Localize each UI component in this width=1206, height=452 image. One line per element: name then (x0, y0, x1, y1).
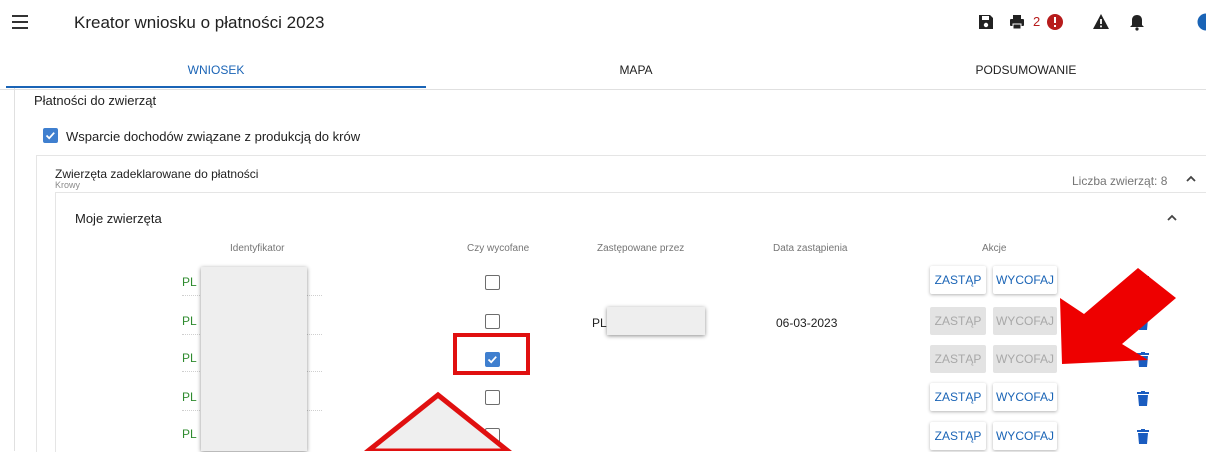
replaced-by-value: PL (592, 316, 607, 330)
animal-count: Liczba zwierząt: 8 (1072, 174, 1167, 188)
save-icon[interactable] (977, 13, 995, 31)
chevron-up-icon[interactable] (1185, 174, 1197, 184)
animal-id: PL (182, 275, 197, 289)
help-icon[interactable] (1197, 13, 1206, 31)
withdraw-button[interactable]: WYCOFAJ (993, 383, 1057, 411)
trash-icon[interactable] (1137, 391, 1149, 406)
column-header-identifier: Identyfikator (230, 243, 284, 254)
animal-id: PL (182, 390, 197, 404)
declared-title: Zwierzęta zadeklarowane do płatności (55, 167, 258, 181)
withdrawn-checkbox[interactable] (485, 314, 500, 329)
replace-button[interactable]: ZASTĄP (930, 422, 986, 450)
column-header-actions: Akcje (982, 243, 1006, 254)
warning-icon[interactable] (1092, 13, 1110, 31)
replace-button[interactable]: ZASTĄP (930, 345, 986, 373)
divider (14, 88, 15, 451)
print-icon[interactable] (1008, 13, 1026, 31)
tab-wniosek[interactable]: WNIOSEK (6, 52, 426, 88)
support-checkbox-label: Wsparcie dochodów związane z produkcją d… (66, 129, 360, 144)
animal-id: PL (182, 314, 197, 328)
redaction-box (607, 307, 705, 335)
tab-bar: WNIOSEK MAPA PODSUMOWANIE (0, 52, 1206, 90)
page-title: Kreator wniosku o płatności 2023 (74, 13, 324, 33)
my-animals-title: Moje zwierzęta (75, 211, 162, 226)
replace-button[interactable]: ZASTĄP (930, 383, 986, 411)
replacement-date: 06-03-2023 (776, 316, 837, 330)
column-header-date: Data zastąpienia (773, 243, 848, 254)
red-arrow-annotation (1050, 268, 1190, 378)
redaction-box (201, 267, 307, 451)
column-header-replaced-by: Zastępowane przez (597, 243, 684, 254)
error-icon[interactable] (1046, 13, 1064, 31)
animal-id: PL (182, 351, 197, 365)
withdrawn-checkbox[interactable] (485, 275, 500, 290)
red-arrow-annotation (358, 390, 518, 451)
tab-podsumowanie[interactable]: PODSUMOWANIE (846, 52, 1206, 88)
bell-icon[interactable] (1128, 13, 1146, 31)
error-count[interactable]: 2 (1033, 14, 1040, 29)
section-title: Płatności do zwierząt (34, 93, 156, 108)
animal-id: PL (182, 427, 197, 441)
replace-button[interactable]: ZASTĄP (930, 307, 986, 335)
highlight-box (453, 333, 530, 375)
chevron-up-icon[interactable] (1166, 213, 1178, 223)
withdraw-button[interactable]: WYCOFAJ (993, 345, 1057, 373)
tab-mapa[interactable]: MAPA (426, 52, 846, 88)
withdraw-button[interactable]: WYCOFAJ (993, 422, 1057, 450)
withdraw-button[interactable]: WYCOFAJ (993, 307, 1057, 335)
support-checkbox[interactable] (43, 128, 58, 143)
replace-button[interactable]: ZASTĄP (930, 266, 986, 294)
withdraw-button[interactable]: WYCOFAJ (993, 266, 1057, 294)
hamburger-menu-icon[interactable] (12, 13, 28, 31)
top-bar: Kreator wniosku o płatności 2023 2 (0, 0, 1206, 46)
trash-icon[interactable] (1137, 429, 1149, 444)
column-header-withdrawn: Czy wycofane (467, 243, 529, 254)
declared-subtitle: Krowy (55, 180, 80, 190)
